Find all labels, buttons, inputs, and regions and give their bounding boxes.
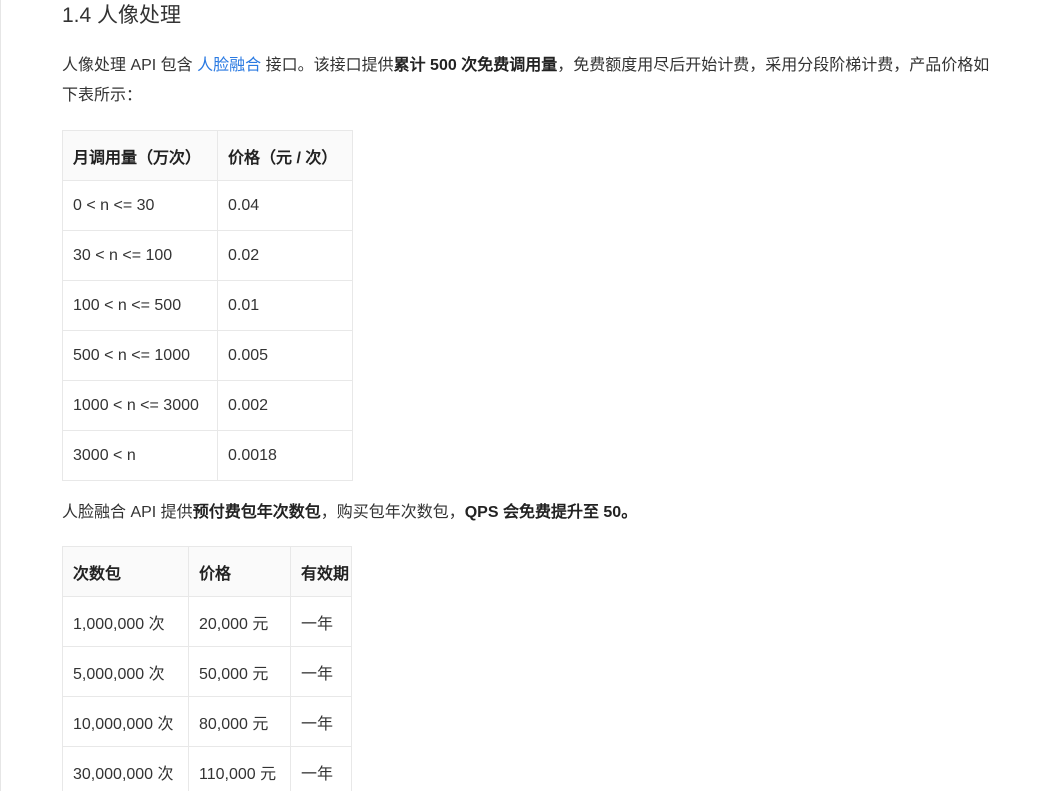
package-validity-cell: 一年 xyxy=(290,696,352,747)
table-row: 500 < n <= 1000 0.005 xyxy=(62,330,353,381)
column-header-monthly-calls: 月调用量（万次） xyxy=(62,130,218,181)
package-validity-cell: 一年 xyxy=(290,646,352,697)
intro-text-1: 人像处理 API 包含 xyxy=(62,57,198,74)
tier-range-cell: 3000 < n xyxy=(62,430,218,481)
intro-paragraph: 人像处理 API 包含 人脸融合 接口。该接口提供累计 500 次免费调用量，免… xyxy=(62,51,992,111)
tier-price-cell: 0.0018 xyxy=(217,430,353,481)
package-pricing-table: 次数包 价格 有效期 1,000,000 次 20,000 元 一年 5,000… xyxy=(62,546,352,791)
package-validity-cell: 一年 xyxy=(290,596,352,647)
tier-range-cell: 500 < n <= 1000 xyxy=(62,330,218,381)
column-header-price: 价格 xyxy=(188,546,291,597)
column-header-validity: 有效期 xyxy=(290,546,352,597)
tier-price-cell: 0.002 xyxy=(217,380,353,431)
tier-range-cell: 0 < n <= 30 xyxy=(62,180,218,231)
package-count-cell: 5,000,000 次 xyxy=(62,646,189,697)
tier-range-cell: 30 < n <= 100 xyxy=(62,230,218,281)
package-count-cell: 1,000,000 次 xyxy=(62,596,189,647)
package-count-cell: 10,000,000 次 xyxy=(62,696,189,747)
left-divider xyxy=(0,0,1,791)
tier-price-cell: 0.01 xyxy=(217,280,353,331)
intro-text-2: 接口。该接口提供 xyxy=(261,57,394,74)
table-row: 100 < n <= 500 0.01 xyxy=(62,280,353,331)
table-header-row: 月调用量（万次） 价格（元 / 次） xyxy=(62,130,353,181)
qps-boost-text: QPS 会免费提升至 50。 xyxy=(464,504,638,521)
package-paragraph: 人脸融合 API 提供预付费包年次数包，购买包年次数包，QPS 会免费提升至 5… xyxy=(62,498,992,528)
package-price-cell: 20,000 元 xyxy=(188,596,291,647)
table-row: 5,000,000 次 50,000 元 一年 xyxy=(62,646,352,697)
table-row: 3000 < n 0.0018 xyxy=(62,430,353,481)
tier-price-cell: 0.005 xyxy=(217,330,353,381)
package-validity-cell: 一年 xyxy=(290,746,352,791)
package-text-2: ，购买包年次数包， xyxy=(320,504,465,521)
table-row: 10,000,000 次 80,000 元 一年 xyxy=(62,696,352,747)
tier-pricing-table: 月调用量（万次） 价格（元 / 次） 0 < n <= 30 0.04 30 <… xyxy=(62,130,353,481)
free-quota-text: 累计 500 次免费调用量 xyxy=(393,57,558,74)
prepaid-package-text: 预付费包年次数包 xyxy=(192,504,321,521)
package-price-cell: 80,000 元 xyxy=(188,696,291,747)
table-row: 30,000,000 次 110,000 元 一年 xyxy=(62,746,352,791)
table-row: 1000 < n <= 3000 0.002 xyxy=(62,380,353,431)
table-row: 0 < n <= 30 0.04 xyxy=(62,180,353,231)
tier-range-cell: 1000 < n <= 3000 xyxy=(62,380,218,431)
package-count-cell: 30,000,000 次 xyxy=(62,746,189,791)
table-row: 30 < n <= 100 0.02 xyxy=(62,230,353,281)
tier-price-cell: 0.04 xyxy=(217,180,353,231)
column-header-package: 次数包 xyxy=(62,546,189,597)
section-title: 1.4 人像处理 xyxy=(62,4,182,27)
package-price-cell: 50,000 元 xyxy=(188,646,291,697)
tier-range-cell: 100 < n <= 500 xyxy=(62,280,218,331)
package-price-cell: 110,000 元 xyxy=(188,746,291,791)
face-fusion-link[interactable]: 人脸融合 xyxy=(197,57,261,74)
table-row: 1,000,000 次 20,000 元 一年 xyxy=(62,596,352,647)
package-text-1: 人脸融合 API 提供 xyxy=(62,504,193,521)
table-header-row: 次数包 价格 有效期 xyxy=(62,546,352,597)
tier-price-cell: 0.02 xyxy=(217,230,353,281)
column-header-unit-price: 价格（元 / 次） xyxy=(217,130,353,181)
